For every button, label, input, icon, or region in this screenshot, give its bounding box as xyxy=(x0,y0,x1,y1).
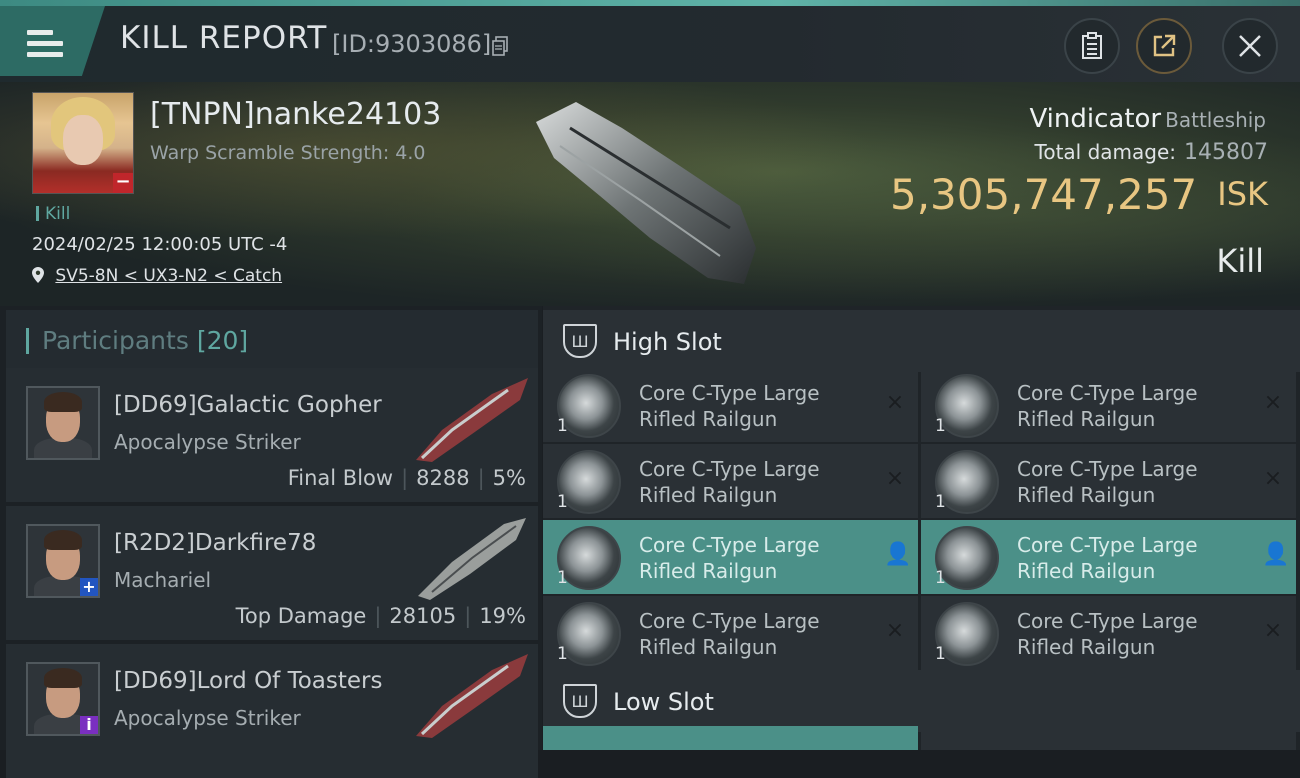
close-button[interactable] xyxy=(1222,18,1278,74)
module-slot-dropped[interactable] xyxy=(543,726,918,750)
participant-name: [DD69]Lord Of Toasters xyxy=(114,668,383,694)
slot-icon: Ш xyxy=(563,324,597,358)
module-slot[interactable] xyxy=(921,726,1296,750)
module-slot-dropped[interactable]: 1 Core C-Type Large Rifled Railgun 👤 xyxy=(543,520,918,594)
share-button[interactable] xyxy=(1136,18,1192,74)
menu-button[interactable] xyxy=(0,6,105,76)
module-slot[interactable]: 1 Core C-Type Large Rifled Railgun × xyxy=(543,368,918,442)
kill-status: Kill xyxy=(1216,242,1264,280)
location-pin-icon xyxy=(32,267,44,283)
total-damage: Total damage: 145807 xyxy=(1034,140,1268,165)
victim-name[interactable]: [TNPN]nanke24103 xyxy=(150,97,441,132)
clipboard-icon xyxy=(1082,32,1102,59)
destroyed-icon: × xyxy=(885,390,905,415)
accent-line xyxy=(0,0,1300,6)
participant-ship-image xyxy=(416,378,528,462)
participant-avatar xyxy=(26,386,100,460)
module-slot[interactable]: 1 Core C-Type Large Rifled Railgun × xyxy=(543,444,918,518)
isk-value: 5,305,747,257 ISK xyxy=(889,170,1268,219)
module-slot-dropped[interactable]: 1 Core C-Type Large Rifled Railgun 👤 xyxy=(921,520,1296,594)
high-slot-header: Ш High Slot xyxy=(543,310,1300,372)
module-slot[interactable]: 1 Core C-Type Large Rifled Railgun × xyxy=(921,596,1296,670)
plus-badge: + xyxy=(80,578,98,596)
participant-row[interactable]: [DD69]Galactic Gopher Apocalypse Striker… xyxy=(6,368,538,502)
person-icon: 👤 xyxy=(1262,542,1290,567)
participants-header: Participants [20] xyxy=(6,310,538,368)
participant-row[interactable]: i [DD69]Lord Of Toasters Apocalypse Stri… xyxy=(6,644,538,778)
participant-name: [R2D2]Darkfire78 xyxy=(114,530,317,556)
page-title: KILL REPORT xyxy=(120,20,328,56)
warp-scramble: Warp Scramble Strength: 4.0 xyxy=(150,142,426,164)
participant-row[interactable]: + [R2D2]Darkfire78 Machariel Top Damage |… xyxy=(6,506,538,640)
destroyed-icon: × xyxy=(1263,618,1283,643)
close-icon xyxy=(1239,35,1261,57)
participant-stats: Top Damage | 28105 | 19% xyxy=(235,604,526,628)
victim-avatar[interactable]: − xyxy=(32,92,134,194)
person-icon: 👤 xyxy=(884,542,912,567)
destroyed-icon: × xyxy=(1263,390,1283,415)
module-slot[interactable]: 1 Core C-Type Large Rifled Railgun × xyxy=(921,444,1296,518)
module-slot[interactable]: 1 Core C-Type Large Rifled Railgun × xyxy=(543,596,918,670)
share-icon xyxy=(1153,34,1176,57)
participant-ship: Machariel xyxy=(114,568,212,592)
fitting-panel: Ш High Slot 1 Core C-Type Large Rifled Ra… xyxy=(543,306,1300,750)
participant-name: [DD69]Galactic Gopher xyxy=(114,392,382,418)
clipboard-button[interactable] xyxy=(1064,18,1120,74)
destroyed-icon: × xyxy=(1263,466,1283,491)
participant-avatar: i xyxy=(26,662,100,736)
participants-panel: Participants [20] [DD69]Galactic Gopher … xyxy=(0,306,542,778)
participant-stats: Final Blow | 8288 | 5% xyxy=(287,466,526,490)
participant-ship: Apocalypse Striker xyxy=(114,430,301,454)
module-slot[interactable]: 1 Core C-Type Large Rifled Railgun × xyxy=(921,368,1296,442)
ship-model-image xyxy=(536,102,756,284)
participant-avatar: + xyxy=(26,524,100,598)
top-bar: KILL REPORT [ID:9303086] xyxy=(0,0,1300,82)
slot-icon: Ш xyxy=(563,684,597,718)
participant-ship-image xyxy=(416,654,528,738)
menu-icon[interactable] xyxy=(27,30,63,58)
destroyed-icon: × xyxy=(885,466,905,491)
hostile-badge: − xyxy=(113,173,133,193)
kill-location[interactable]: SV5-8N < UX3-N2 < Catch xyxy=(32,266,282,286)
low-slot-header: Ш Low Slot xyxy=(543,670,1300,732)
victim-summary: − [TNPN]nanke24103 Warp Scramble Strengt… xyxy=(0,82,1300,306)
rank-badge: i xyxy=(80,716,98,734)
kill-datetime: 2024/02/25 12:00:05 UTC -4 xyxy=(32,234,288,255)
destroyed-icon: × xyxy=(885,618,905,643)
victim-ship[interactable]: Vindicator Battleship xyxy=(1029,104,1266,134)
report-id: [ID:9303086] xyxy=(332,30,492,58)
kill-tag: Kill xyxy=(36,204,70,224)
copy-icon[interactable] xyxy=(492,36,508,56)
participant-ship-image xyxy=(418,518,526,600)
participant-ship: Apocalypse Striker xyxy=(114,706,301,730)
